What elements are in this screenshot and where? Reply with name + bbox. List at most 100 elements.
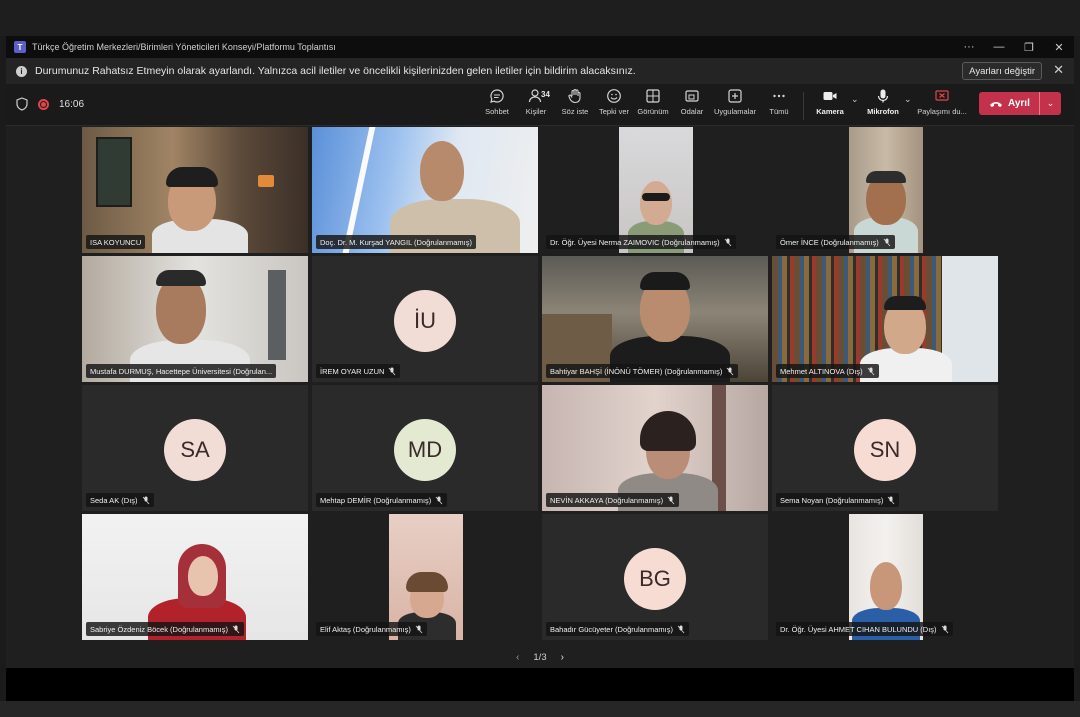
participant-name: Mustafa DURMUŞ, Hacettepe Üniversitesi (…	[90, 366, 273, 376]
share-button[interactable]: Paylaşımı du...	[917, 88, 967, 116]
participant-tile[interactable]: İU İREM OYAR UZUN	[312, 256, 538, 382]
camera-button[interactable]: Kamera	[808, 88, 852, 116]
participant-tile[interactable]: MD Mehtap DEMİR (Doğrulanmamış)	[312, 385, 538, 511]
share-label: Paylaşımı du...	[917, 107, 967, 116]
mic-muted-icon	[867, 367, 874, 375]
minimize-icon[interactable]: —	[984, 41, 1014, 53]
camera-options-chevron-icon[interactable]: ⌄	[851, 94, 859, 105]
shield-icon[interactable]	[16, 97, 28, 111]
mic-muted-icon	[727, 367, 734, 375]
participant-tile[interactable]: Ömer İNCE (Doğrulanmamış)	[772, 127, 998, 253]
dnd-notification-bar: i Durumunuz Rahatsız Etmeyin olarak ayar…	[6, 58, 1074, 84]
participant-tile[interactable]: Sabriye Özdeniz Böcek (Doğrulanmamış)	[82, 514, 308, 640]
participant-name: Mehtap DEMİR (Doğrulanmamış)	[320, 495, 432, 505]
participant-name: ISA KOYUNCU	[90, 237, 142, 247]
participant-tile[interactable]: Dr. Öğr. Üyesi Nerma ZAIMOVIC (Doğrulanm…	[542, 127, 768, 253]
participant-tile[interactable]: NEVİN AKKAYA (Doğrulanmamış)	[542, 385, 768, 511]
leave-button[interactable]: Ayrıl ⌄	[979, 92, 1061, 115]
participant-tile[interactable]: Dr. Öğr. Üyesi AHMET CIHAN BULUNDU (Dış)	[772, 514, 998, 640]
close-icon[interactable]: ✕	[1044, 41, 1074, 54]
participant-tile[interactable]: ISA KOYUNCU	[82, 127, 308, 253]
participant-name-bar: Dr. Öğr. Üyesi AHMET CIHAN BULUNDU (Dış)	[776, 622, 953, 636]
video-camera-icon	[823, 92, 837, 100]
leave-options-chevron-icon[interactable]: ⌄	[1040, 98, 1061, 109]
mic-muted-icon	[142, 496, 149, 504]
mic-muted-icon	[677, 625, 685, 633]
mic-muted-icon	[667, 496, 675, 504]
window-controls: ··· — ❐ ✕	[954, 36, 1074, 58]
mic-muted-icon	[389, 367, 396, 375]
raise-hand-label: Söz iste	[561, 107, 589, 116]
chat-button[interactable]: Sohbet	[475, 88, 519, 116]
participant-tile[interactable]: Elif Aktaş (Doğrulanmamış)	[312, 514, 538, 640]
participant-name: Seda AK (Dış)	[90, 495, 138, 505]
apps-label: Uygulamalar	[713, 107, 757, 116]
participant-name-bar: ISA KOYUNCU	[86, 235, 146, 249]
participant-tile-active-speaker[interactable]: Mustafa DURMUŞ, Hacettepe Üniversitesi (…	[82, 256, 308, 382]
page-indicator: 1/3	[533, 651, 547, 663]
meeting-timer: 16:06	[59, 98, 85, 110]
info-icon: i	[16, 65, 27, 77]
participant-name-bar: İREM OYAR UZUN	[316, 364, 401, 378]
participant-name: Sabriye Özdeniz Böcek (Doğrulanmamış)	[90, 624, 228, 634]
more-options-icon[interactable]: ···	[954, 41, 984, 53]
camera-label: Kamera	[816, 107, 844, 116]
participant-name-bar: Bahtiyar BAHŞİ (İNÖNÜ TÖMER) (Doğrulanma…	[546, 364, 739, 378]
people-button[interactable]: 34 Kişiler	[514, 88, 558, 116]
participant-name-bar: Dr. Öğr. Üyesi Nerma ZAIMOVIC (Doğrulanm…	[546, 235, 736, 249]
mic-button[interactable]: Mikrofon	[861, 88, 905, 116]
grid-view-icon	[646, 89, 660, 103]
participant-name-bar: Mehmet ALTINOVA (Dış)	[776, 364, 879, 378]
participant-name-bar: Doç. Dr. M. Kurşad YANGIL (Doğrulanmamış…	[316, 235, 476, 249]
participant-tile[interactable]: Mehmet ALTINOVA (Dış)	[772, 256, 998, 382]
hang-up-icon	[990, 101, 1002, 107]
people-count-badge: 34	[541, 90, 550, 99]
participant-tile[interactable]: SN Sema Noyan (Doğrulanmamış)	[772, 385, 998, 511]
people-label: Kişiler	[525, 107, 547, 116]
rooms-label: Odalar	[680, 107, 704, 116]
teams-logo-icon: T	[14, 41, 26, 53]
participant-tile[interactable]: Doç. Dr. M. Kurşad YANGIL (Doğrulanmamış…	[312, 127, 538, 253]
avatar: MD	[394, 419, 456, 481]
more-button[interactable]: Tümü	[757, 88, 801, 116]
outer-frame-bottom	[0, 701, 1080, 717]
avatar: İU	[394, 290, 456, 352]
dnd-message: Durumunuz Rahatsız Etmeyin olarak ayarla…	[35, 65, 636, 77]
participant-name-bar: Elif Aktaş (Doğrulanmamış)	[316, 622, 427, 636]
raise-hand-button[interactable]: Söz iste	[553, 88, 597, 116]
participant-tile[interactable]: Bahtiyar BAHŞİ (İNÖNÜ TÖMER) (Doğrulanma…	[542, 256, 768, 382]
bottom-bar	[6, 668, 1074, 701]
teams-meeting-window: T Türkçe Öğretim Merkezleri/Birimleri Yö…	[6, 36, 1074, 701]
participant-name: Bahtiyar BAHŞİ (İNÖNÜ TÖMER) (Doğrulanma…	[550, 366, 723, 376]
rooms-button[interactable]: Odalar	[670, 88, 714, 116]
mic-options-chevron-icon[interactable]: ⌄	[904, 94, 912, 105]
participant-name: Mehmet ALTINOVA (Dış)	[780, 366, 863, 376]
chat-label: Sohbet	[485, 107, 509, 116]
mic-muted-icon	[941, 625, 948, 633]
participant-tile[interactable]: SA Seda AK (Dış)	[82, 385, 308, 511]
avatar: BG	[624, 548, 686, 610]
add-apps-icon	[728, 89, 742, 103]
participant-name: Doç. Dr. M. Kurşad YANGIL (Doğrulanmamış…	[320, 237, 472, 247]
next-page-chevron-icon[interactable]: ›	[561, 652, 564, 663]
participant-name-bar: Bahadır Gücüyeter (Doğrulanmamış)	[546, 622, 689, 636]
react-button[interactable]: Tepki ver	[592, 88, 636, 116]
participant-tile[interactable]: BG Bahadır Gücüyeter (Doğrulanmamış)	[542, 514, 768, 640]
change-settings-button[interactable]: Ayarları değiştir	[962, 62, 1042, 80]
participant-name-bar: Ömer İNCE (Doğrulanmamış)	[776, 235, 895, 249]
restore-icon[interactable]: ❐	[1014, 41, 1044, 54]
mic-muted-icon	[415, 625, 423, 633]
participant-name-bar: Mustafa DURMUŞ, Hacettepe Üniversitesi (…	[86, 364, 277, 378]
mic-muted-icon	[883, 238, 891, 246]
participant-name-bar: Sema Noyan (Doğrulanmamış)	[776, 493, 900, 507]
dismiss-icon[interactable]: ✕	[1053, 62, 1064, 78]
participant-name: Ömer İNCE (Doğrulanmamış)	[780, 237, 879, 247]
react-label: Tepki ver	[598, 107, 629, 116]
hand-icon	[568, 88, 581, 104]
window-title: Türkçe Öğretim Merkezleri/Birimleri Yöne…	[32, 42, 336, 52]
participant-name: Elif Aktaş (Doğrulanmamış)	[320, 624, 411, 634]
apps-button[interactable]: Uygulamalar	[713, 88, 757, 116]
view-button[interactable]: Görünüm	[631, 88, 675, 116]
previous-page-chevron-icon[interactable]: ‹	[516, 652, 519, 663]
recording-icon	[38, 98, 49, 110]
